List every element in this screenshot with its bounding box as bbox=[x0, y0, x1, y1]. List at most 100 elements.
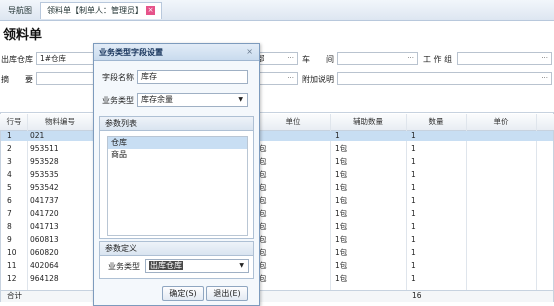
param-biz-select[interactable]: 出库仓库 ▼ bbox=[145, 259, 249, 273]
qty-cell: 1 bbox=[411, 170, 416, 179]
workshop-label: 车 间 bbox=[302, 55, 334, 64]
aux-qty-cell: 1包 bbox=[335, 170, 348, 179]
unit-cell: 包 bbox=[259, 157, 267, 166]
tab-requisition[interactable]: 领料单【制单人：管理员】 × bbox=[40, 2, 162, 19]
table-row[interactable]: 11 402064 包 1包 1 bbox=[1, 261, 553, 271]
col-header-unit[interactable]: 单位 bbox=[258, 114, 328, 130]
close-icon[interactable]: × bbox=[146, 6, 155, 15]
param-def-group: 参数定义 业务类型 出库仓库 ▼ bbox=[99, 241, 254, 279]
param-biz-value: 出库仓库 bbox=[149, 261, 183, 270]
material-code: 041737 bbox=[30, 196, 59, 205]
ellipsis-icon[interactable]: ··· bbox=[287, 73, 294, 84]
unit-cell: 包 bbox=[259, 209, 267, 218]
ellipsis-icon[interactable]: ··· bbox=[287, 53, 294, 64]
col-header-row-no[interactable]: 行号 bbox=[1, 114, 27, 130]
ellipsis-icon[interactable]: ··· bbox=[541, 73, 548, 84]
material-code: 041720 bbox=[30, 209, 59, 218]
qty-cell: 1 bbox=[411, 144, 416, 153]
col-header-aux-qty[interactable]: 辅助数量 bbox=[330, 114, 406, 130]
table-row[interactable]: 12 964128 包 1包 1 bbox=[1, 274, 553, 284]
qty-cell: 1 bbox=[411, 261, 416, 270]
param-listbox[interactable]: 仓库 商品 bbox=[107, 136, 248, 236]
qty-cell: 1 bbox=[411, 248, 416, 257]
qty-cell: 1 bbox=[411, 209, 416, 218]
unit-cell: 包 bbox=[259, 196, 267, 205]
aux-qty-cell: 1包 bbox=[335, 183, 348, 192]
table-row[interactable]: 10 060820 包 1包 1 bbox=[1, 248, 553, 258]
table-row[interactable]: 5 953542 包 1包 1 bbox=[1, 183, 553, 193]
chevron-down-icon[interactable]: ▼ bbox=[238, 94, 243, 106]
total-label: 合计 bbox=[7, 291, 22, 300]
row-number: 12 bbox=[7, 274, 17, 283]
list-item[interactable]: 商品 bbox=[108, 149, 247, 161]
row-number: 8 bbox=[7, 222, 12, 231]
col-header-qty[interactable]: 数量 bbox=[406, 114, 466, 130]
extra-input[interactable]: ··· bbox=[337, 72, 552, 85]
table-row[interactable]: 2 953511 包 1包 1 bbox=[1, 144, 553, 154]
field-name-input[interactable]: 库存 bbox=[137, 70, 248, 84]
param-def-header: 参数定义 bbox=[100, 242, 253, 256]
ok-button[interactable]: 确定(S) bbox=[162, 286, 204, 301]
warehouse-value: 1#仓库 bbox=[40, 54, 67, 63]
param-biz-label: 业务类型 bbox=[108, 262, 140, 271]
team-input[interactable]: ··· bbox=[457, 52, 552, 65]
qty-cell: 1 bbox=[411, 183, 416, 192]
row-number: 6 bbox=[7, 196, 12, 205]
material-code: 953542 bbox=[30, 183, 59, 192]
field-name-value: 库存 bbox=[141, 72, 157, 81]
unit-cell: 包 bbox=[259, 183, 267, 192]
table-row[interactable]: 7 041720 包 1包 1 bbox=[1, 209, 553, 219]
summary-label: 摘 要 bbox=[1, 75, 33, 84]
ellipsis-icon[interactable]: ··· bbox=[407, 53, 414, 64]
table-row[interactable]: 8 041713 包 1包 1 bbox=[1, 222, 553, 232]
table-row[interactable]: 1 021 1 1 bbox=[1, 131, 553, 141]
material-code: 021 bbox=[30, 131, 45, 140]
unit-cell: 包 bbox=[259, 235, 267, 244]
biz-type-select[interactable]: 库存余量 ▼ bbox=[137, 93, 248, 107]
table-row[interactable]: 4 953535 包 1包 1 bbox=[1, 170, 553, 180]
qty-cell: 1 bbox=[411, 235, 416, 244]
table-row[interactable]: 3 953528 包 1包 1 bbox=[1, 157, 553, 167]
material-code: 953511 bbox=[30, 144, 59, 153]
col-header-code[interactable]: 物料编号 bbox=[27, 114, 93, 130]
qty-cell: 1 bbox=[411, 131, 416, 140]
aux-qty-cell: 1包 bbox=[335, 144, 348, 153]
table-row[interactable]: 6 041737 包 1包 1 bbox=[1, 196, 553, 206]
total-qty: 16 bbox=[412, 291, 422, 300]
ellipsis-icon[interactable]: ··· bbox=[541, 53, 548, 64]
list-item[interactable]: 仓库 bbox=[108, 137, 247, 149]
material-code: 964128 bbox=[30, 274, 59, 283]
dialog-title: 业务类型字段设置 bbox=[99, 48, 163, 57]
aux-qty-cell: 1包 bbox=[335, 248, 348, 257]
summary-input[interactable] bbox=[36, 72, 96, 85]
tab-requisition-label: 领料单【制单人：管理员】 bbox=[47, 6, 143, 15]
totals-row: 合计 16 bbox=[1, 290, 553, 302]
material-code: 060820 bbox=[30, 248, 59, 257]
col-header-price[interactable]: 单价 bbox=[466, 114, 536, 130]
material-code: 953528 bbox=[30, 157, 59, 166]
row-number: 7 bbox=[7, 209, 12, 218]
tab-navigation[interactable]: 导航图 bbox=[2, 3, 38, 19]
biz-type-label: 业务类型 bbox=[102, 96, 134, 105]
aux-qty-cell: 1 bbox=[335, 131, 340, 140]
aux-qty-cell: 1包 bbox=[335, 196, 348, 205]
unit-cell: 包 bbox=[259, 261, 267, 270]
table-row[interactable]: 9 060813 包 1包 1 bbox=[1, 235, 553, 245]
extra-label: 附加说明 bbox=[302, 75, 334, 84]
row-number: 10 bbox=[7, 248, 17, 257]
qty-cell: 1 bbox=[411, 274, 416, 283]
row-number: 3 bbox=[7, 157, 12, 166]
param-list-group: 参数列表 仓库 商品 bbox=[99, 116, 254, 239]
row-number: 2 bbox=[7, 144, 12, 153]
material-code: 402064 bbox=[30, 261, 59, 270]
exit-button[interactable]: 退出(E) bbox=[206, 286, 248, 301]
biz-type-value: 库存余量 bbox=[141, 95, 173, 104]
workshop-input[interactable]: ··· bbox=[337, 52, 418, 65]
qty-cell: 1 bbox=[411, 222, 416, 231]
close-icon[interactable]: × bbox=[246, 47, 253, 56]
aux-qty-cell: 1包 bbox=[335, 222, 348, 231]
qty-cell: 1 bbox=[411, 196, 416, 205]
chevron-down-icon[interactable]: ▼ bbox=[239, 260, 244, 272]
row-number: 9 bbox=[7, 235, 12, 244]
row-number: 4 bbox=[7, 170, 12, 179]
